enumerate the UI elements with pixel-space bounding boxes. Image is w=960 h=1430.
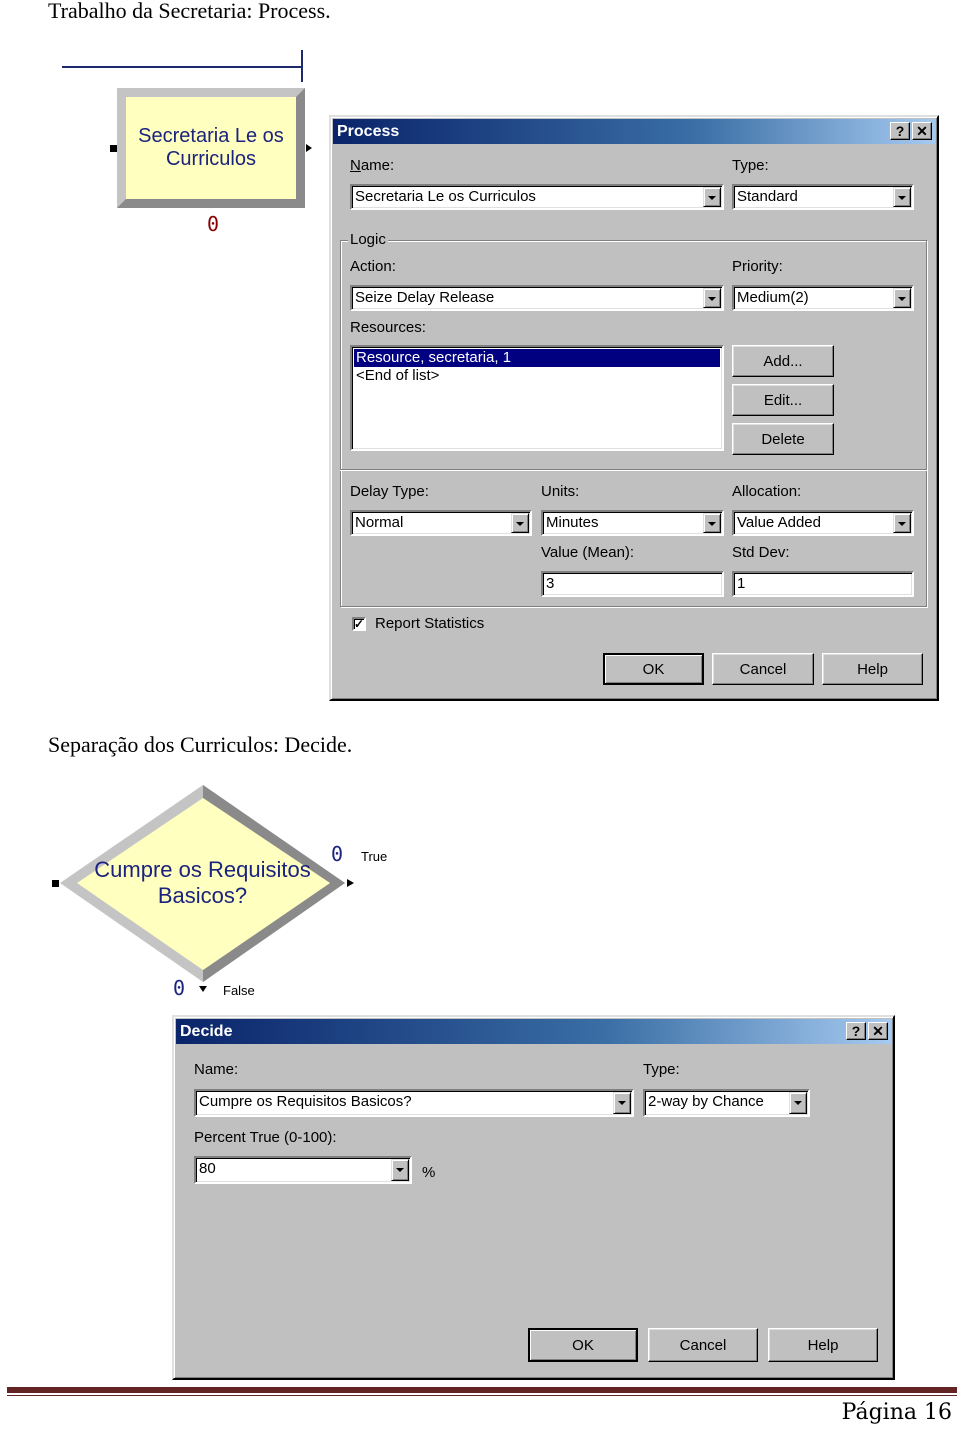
help-button[interactable]: Help	[768, 1328, 878, 1362]
close-icon[interactable]: ✕	[868, 1022, 888, 1040]
decide-dialog-titlebar[interactable]: Decide ? ✕	[176, 1019, 891, 1044]
false-label: False	[223, 983, 255, 998]
type-value: Standard	[737, 188, 798, 205]
action-value: Seize Delay Release	[355, 289, 495, 306]
value-mean-input[interactable]: 3	[541, 571, 724, 597]
percent-true-value: 80	[199, 1160, 216, 1177]
delay-type-value: Normal	[355, 514, 404, 531]
action-label: Action:	[350, 258, 396, 275]
report-statistics-checkbox[interactable]: ✓	[352, 617, 366, 631]
help-button[interactable]: Help	[822, 653, 923, 685]
priority-combobox[interactable]: Medium(2)	[732, 285, 914, 311]
false-counter: 0	[173, 976, 186, 1000]
process-counter: 0	[207, 212, 220, 236]
false-exit-port-icon	[199, 986, 207, 992]
process-dialog-titlebar[interactable]: Process ? ✕	[333, 119, 935, 144]
help-icon[interactable]: ?	[890, 122, 910, 140]
type-label: Type:	[732, 157, 769, 174]
connector-line	[62, 66, 303, 68]
entry-port-icon[interactable]	[110, 145, 117, 152]
report-statistics-label: Report Statistics	[375, 615, 485, 632]
resources-label: Resources:	[350, 319, 426, 336]
units-label: Units:	[541, 483, 580, 500]
ok-button[interactable]: OK	[528, 1328, 638, 1362]
resources-listbox[interactable]: Resource, secretaria, 1 <End of list>	[350, 345, 724, 451]
name-label: Name:	[194, 1061, 239, 1078]
name-label: Name:	[350, 157, 395, 174]
chevron-down-icon[interactable]	[893, 288, 911, 308]
units-value: Minutes	[546, 514, 599, 531]
allocation-combobox[interactable]: Value Added	[732, 510, 914, 536]
std-dev-input[interactable]: 1	[732, 571, 914, 597]
name-combobox[interactable]: Secretaria Le os Curriculos	[350, 184, 724, 210]
chevron-down-icon[interactable]	[703, 288, 721, 308]
chevron-down-icon[interactable]	[511, 513, 529, 533]
chevron-down-icon[interactable]	[893, 513, 911, 533]
value-mean-label: Value (Mean):	[541, 544, 635, 561]
exit-port-icon[interactable]	[306, 144, 312, 152]
name-value: Cumpre os Requisitos Basicos?	[199, 1093, 412, 1110]
footer-rule	[7, 1387, 957, 1393]
cancel-button[interactable]: Cancel	[648, 1328, 758, 1362]
name-combobox[interactable]: Cumpre os Requisitos Basicos?	[194, 1089, 634, 1117]
delete-button[interactable]: Delete	[732, 423, 834, 455]
page-number: Página 16	[841, 1400, 952, 1425]
footer-rule-thin	[7, 1395, 957, 1396]
name-value: Secretaria Le os Curriculos	[355, 188, 536, 205]
process-module-label-line2: Curriculos	[165, 148, 256, 170]
logic-group-title: Logic	[348, 231, 388, 248]
edit-button[interactable]: Edit...	[732, 384, 834, 416]
delay-type-label: Delay Type:	[350, 483, 429, 500]
resource-list-item[interactable]: Resource, secretaria, 1	[354, 349, 720, 367]
chevron-down-icon[interactable]	[893, 187, 911, 207]
type-label: Type:	[643, 1061, 680, 1078]
type-combobox[interactable]: 2-way by Chance	[643, 1089, 810, 1117]
decide-dialog: Decide ? ✕ Name: Cumpre os Requisitos Ba…	[172, 1015, 895, 1380]
allocation-label: Allocation:	[732, 483, 802, 500]
process-module-label-line1: Secretaria Le os	[138, 125, 284, 147]
cancel-button[interactable]: Cancel	[712, 653, 814, 685]
chevron-down-icon[interactable]	[703, 187, 721, 207]
ok-button[interactable]: OK	[603, 653, 704, 685]
process-dialog: Process ? ✕ Name: Secretaria Le os Curri…	[329, 115, 939, 701]
entry-port-icon	[52, 880, 59, 887]
action-combobox[interactable]: Seize Delay Release	[350, 285, 724, 311]
priority-label: Priority:	[732, 258, 783, 275]
chevron-down-icon[interactable]	[789, 1092, 807, 1114]
units-combobox[interactable]: Minutes	[541, 510, 724, 536]
decide-dialog-title: Decide	[180, 1023, 233, 1040]
decide-module-label: Cumpre os Requisitos Basicos?	[80, 857, 325, 909]
type-value: 2-way by Chance	[648, 1093, 764, 1110]
std-dev-label: Std Dev:	[732, 544, 790, 561]
close-icon[interactable]: ✕	[912, 122, 932, 140]
section-heading-decide: Separação dos Curriculos: Decide.	[48, 732, 353, 757]
percent-true-label: Percent True (0-100):	[194, 1129, 337, 1146]
decide-label-line1: Cumpre os Requisitos	[94, 857, 311, 882]
true-label: True	[361, 849, 388, 864]
logic-separator	[340, 469, 927, 471]
process-dialog-title: Process	[337, 123, 400, 140]
type-combobox[interactable]: Standard	[732, 184, 914, 210]
section-heading-process: Trabalho da Secretaria: Process.	[48, 0, 331, 23]
connector-line-end	[301, 50, 303, 82]
chevron-down-icon[interactable]	[613, 1092, 631, 1114]
percent-unit-label: %	[422, 1164, 436, 1181]
percent-true-combobox[interactable]: 80	[194, 1156, 412, 1184]
add-button[interactable]: Add...	[732, 345, 834, 377]
process-module-shape[interactable]: Secretaria Le os Curriculos	[117, 88, 305, 208]
chevron-down-icon[interactable]	[391, 1159, 409, 1181]
resource-list-end[interactable]: <End of list>	[354, 367, 720, 385]
help-icon[interactable]: ?	[846, 1022, 866, 1040]
allocation-value: Value Added	[737, 514, 821, 531]
chevron-down-icon[interactable]	[703, 513, 721, 533]
true-exit-port-icon	[347, 879, 354, 887]
decide-label-line2: Basicos?	[157, 883, 248, 908]
true-counter: 0	[331, 842, 344, 866]
delay-type-combobox[interactable]: Normal	[350, 510, 532, 536]
priority-value: Medium(2)	[737, 289, 809, 306]
